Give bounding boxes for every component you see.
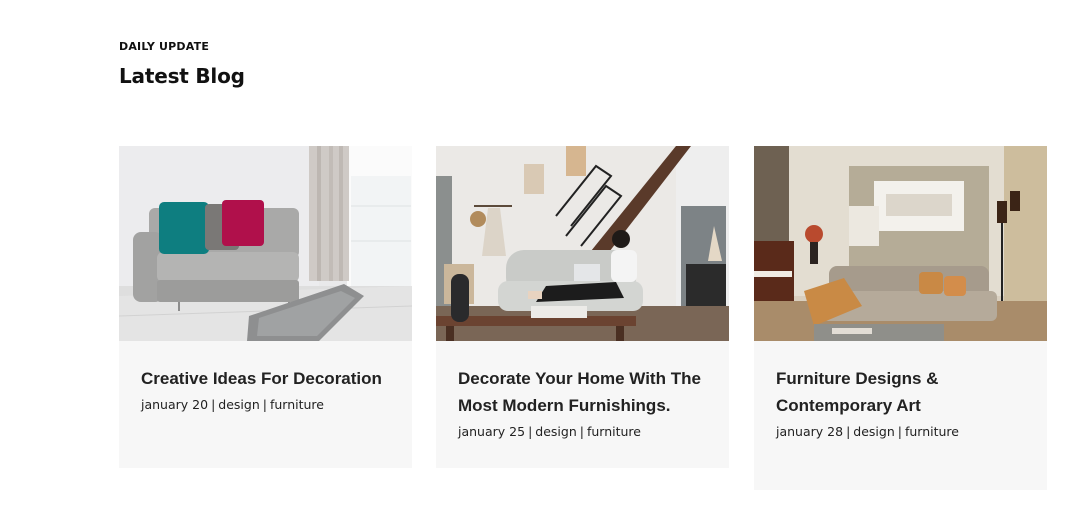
- blog-post-title[interactable]: Furniture Designs & Contemporary Art: [776, 365, 1025, 419]
- blog-post-meta: january 28 | design | furniture: [776, 424, 959, 439]
- contemporary-living-room-photo[interactable]: [754, 146, 1047, 341]
- blog-card-body: Furniture Designs & Contemporary Art jan…: [754, 341, 1047, 440]
- latest-blog-section: DAILY UPDATE Latest Blog Creative Ideas …: [0, 0, 1081, 522]
- section-eyebrow: DAILY UPDATE: [119, 40, 210, 53]
- tag-link[interactable]: furniture: [270, 397, 324, 412]
- category-link[interactable]: design: [853, 424, 894, 439]
- blog-card[interactable]: Decorate Your Home With The Most Modern …: [436, 146, 729, 468]
- blog-card[interactable]: Creative Ideas For Decoration january 20…: [119, 146, 412, 468]
- section-heading: Latest Blog: [119, 64, 245, 88]
- blog-post-date: january 25: [458, 424, 526, 439]
- blog-post-meta: january 25 | design | furniture: [458, 424, 641, 439]
- living-room-grey-sofa-photo[interactable]: [119, 146, 412, 341]
- blog-card-body: Decorate Your Home With The Most Modern …: [436, 341, 729, 440]
- tag-link[interactable]: furniture: [587, 424, 641, 439]
- blog-post-title[interactable]: Decorate Your Home With The Most Modern …: [458, 365, 707, 419]
- blog-post-date: january 20: [141, 397, 209, 412]
- blog-post-title[interactable]: Creative Ideas For Decoration: [141, 365, 390, 392]
- tag-link[interactable]: furniture: [905, 424, 959, 439]
- blog-card[interactable]: Furniture Designs & Contemporary Art jan…: [754, 146, 1047, 490]
- woman-on-sofa-with-laptop-photo[interactable]: [436, 146, 729, 341]
- category-link[interactable]: design: [218, 397, 259, 412]
- blog-post-meta: january 20 | design | furniture: [141, 397, 324, 412]
- blog-post-date: january 28: [776, 424, 844, 439]
- category-link[interactable]: design: [535, 424, 576, 439]
- blog-card-body: Creative Ideas For Decoration january 20…: [119, 341, 412, 413]
